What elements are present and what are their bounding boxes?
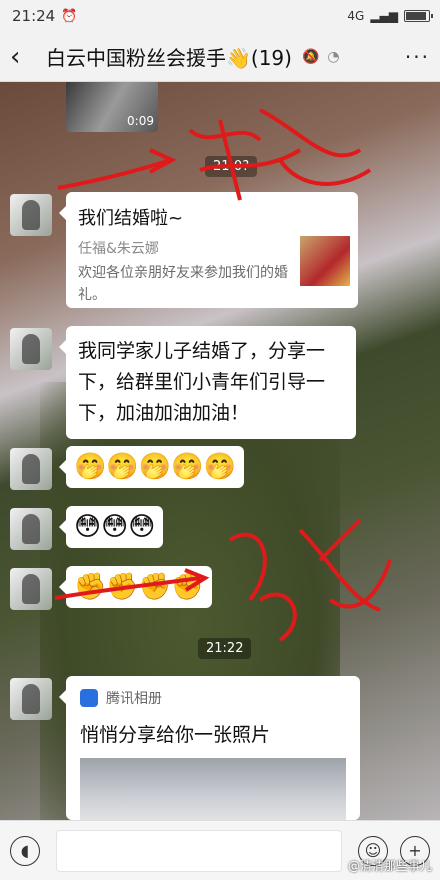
share-headline: 悄悄分享给你一张照片 <box>80 724 271 746</box>
album-icon <box>80 689 98 707</box>
avatar[interactable] <box>10 448 52 490</box>
card-title: 我们结婚啦~ <box>78 208 184 229</box>
card-thumbnail <box>300 236 350 286</box>
watermark: @清清那些事儿 <box>347 859 432 873</box>
avatar[interactable] <box>10 568 52 610</box>
network-label: 4G <box>347 9 365 23</box>
timestamp: 21:22 <box>198 638 252 659</box>
text-message[interactable]: 我同学家儿子结婚了，分享一下，给群里们小青年们引导一下，加油加油加油！ <box>59 326 356 439</box>
timestamp: 21:0? <box>205 156 258 177</box>
avatar[interactable] <box>10 678 52 720</box>
alarm-clock-icon: ⏰ <box>61 8 78 24</box>
shared-photo <box>80 758 346 820</box>
message-input[interactable] <box>56 829 342 872</box>
emoji-message[interactable]: 🤭🤭🤭🤭🤭 <box>59 446 244 488</box>
more-menu-button[interactable]: ··· <box>405 45 430 69</box>
status-right: 4G ▂▄▆ <box>347 9 433 23</box>
ear-icon: ◔ <box>327 48 340 65</box>
card-description: 欢迎各位亲朋好友来参加我们的婚礼。 <box>78 265 288 303</box>
share-message[interactable]: 腾讯相册 悄悄分享给你一张照片 <box>59 676 360 820</box>
status-time: 21:24 <box>12 7 56 25</box>
emoji-message[interactable]: ✊✊✊✊ <box>59 566 212 608</box>
chat-title: 白云中国粉丝会援手👋(19) <box>46 46 292 70</box>
share-source: 腾讯相册 <box>80 688 162 708</box>
chat-area[interactable]: 0:09 21:0? 我们结婚啦~ 任福&朱云娜 欢迎各位亲朋好友来参加我们的婚… <box>0 82 440 820</box>
emoji-message[interactable]: 😳😳😳 <box>58 506 164 548</box>
input-bar: ◖ ☺ + @清清那些事儿 <box>0 820 440 880</box>
card-message[interactable]: 我们结婚啦~ 任福&朱云娜 欢迎各位亲朋好友来参加我们的婚礼。 <box>59 192 358 308</box>
card-subtitle: 任福&朱云娜 <box>78 241 159 257</box>
video-message[interactable]: 0:09 <box>66 82 158 132</box>
avatar[interactable] <box>10 508 52 550</box>
back-arrow-icon[interactable]: ‹ <box>10 42 38 72</box>
video-duration: 0:09 <box>127 114 154 128</box>
battery-icon <box>404 10 433 22</box>
avatar[interactable] <box>10 328 52 370</box>
avatar[interactable] <box>10 194 52 236</box>
voice-icon[interactable]: ◖ <box>10 835 40 866</box>
mute-icon: 🔕 <box>301 48 320 65</box>
signal-icon: ▂▄▆ <box>370 9 398 23</box>
chat-header: ‹ 白云中国粉丝会援手👋(19) 🔕 ◔ ··· <box>0 32 440 82</box>
share-source-label: 腾讯相册 <box>106 691 162 707</box>
status-bar: 21:24 ⏰ 4G ▂▄▆ <box>0 0 440 32</box>
